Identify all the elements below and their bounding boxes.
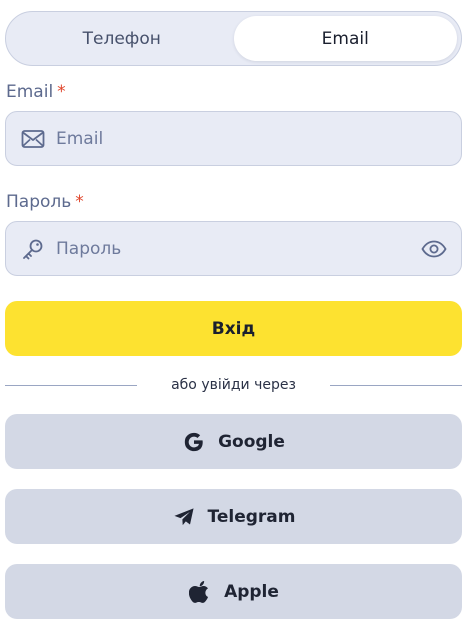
email-input[interactable] [56,128,447,149]
email-label-text: Email [6,82,54,102]
telegram-icon [172,505,196,529]
password-input[interactable] [56,238,421,259]
apple-button[interactable]: Apple [5,564,462,619]
divider-text: або увійди через [171,377,296,393]
divider-line-left [5,384,137,386]
tab-email[interactable]: Email [233,16,457,61]
apple-label: Apple [224,581,279,602]
telegram-label: Telegram [207,506,296,527]
required-mark: * [57,82,66,102]
required-mark: * [75,192,84,212]
email-field[interactable] [5,111,462,166]
envelope-icon [20,126,46,152]
password-label: Пароль * [6,192,84,212]
key-icon [20,236,46,262]
google-button[interactable]: Google [5,414,462,469]
email-label: Email * [6,82,66,102]
password-label-text: Пароль [6,192,72,212]
auth-method-tabs: Телефон Email [5,11,462,66]
password-field[interactable] [5,221,462,276]
tab-phone[interactable]: Телефон [10,16,234,61]
google-label: Google [218,431,285,452]
social-divider: або увійди через [5,374,462,396]
divider-line-right [330,384,462,386]
login-button[interactable]: Вхід [5,301,462,356]
apple-icon [188,580,212,604]
telegram-button[interactable]: Telegram [5,489,462,544]
eye-icon[interactable] [421,236,447,262]
google-icon [182,430,206,454]
